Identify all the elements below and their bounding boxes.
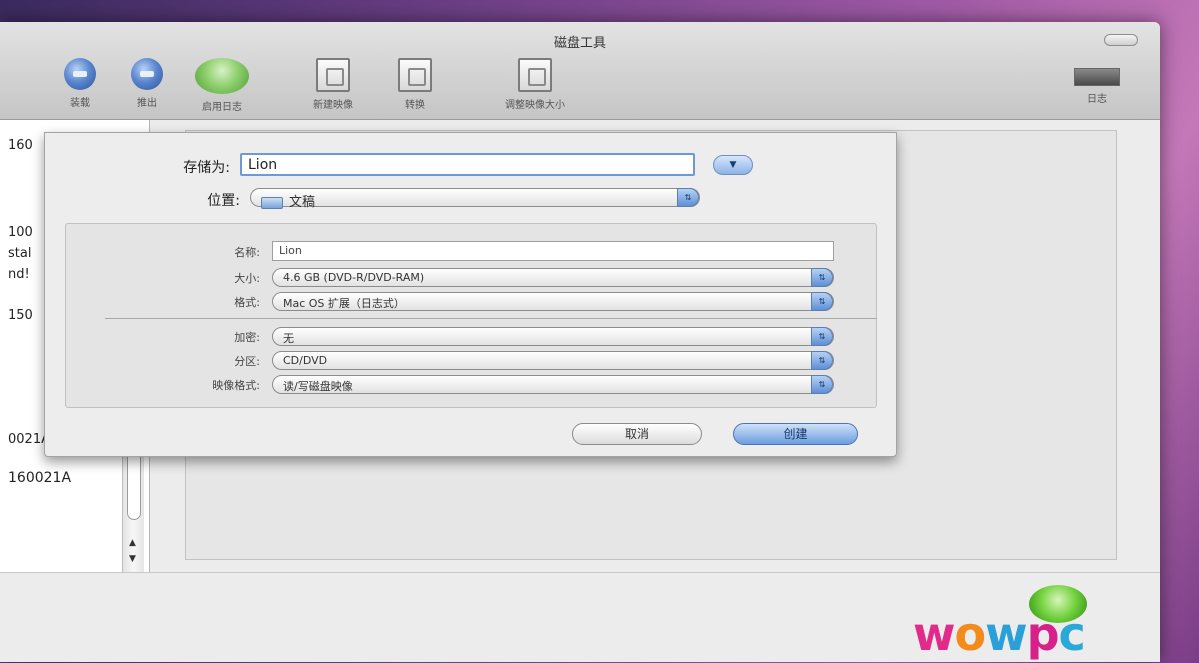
- toolbar-resize-image-button[interactable]: 调整映像大小: [480, 58, 590, 111]
- encryption-popup[interactable]: 无 ⇅: [272, 327, 834, 346]
- format-label: 格式:: [234, 296, 260, 309]
- name-field[interactable]: Lion: [272, 241, 834, 261]
- name-label: 名称:: [234, 246, 260, 259]
- image-format-value: 读/写磁盘映像: [283, 380, 353, 393]
- popup-arrows-icon: ⇅: [811, 268, 833, 287]
- cancel-button[interactable]: 取消: [572, 423, 702, 445]
- divider: [105, 318, 877, 319]
- partitions-label: 分区:: [234, 355, 260, 368]
- popup-arrows-icon: ⇅: [811, 351, 833, 370]
- encryption-label: 加密:: [234, 331, 260, 344]
- save-as-label: 存储为:: [183, 160, 230, 176]
- toolbar-log-button[interactable]: 日志: [1062, 68, 1132, 105]
- disk-utility-window: 磁盘工具 装载 推出 启用日志 新建映像 转换 调整映像大小 日志 160 10…: [0, 22, 1160, 662]
- titlebar: 磁盘工具 装载 推出 启用日志 新建映像 转换 调整映像大小 日志: [0, 22, 1160, 120]
- window-title: 磁盘工具: [553, 36, 606, 51]
- toolbar-label: 日志: [1087, 94, 1107, 105]
- wowpc-watermark: wowpc: [913, 577, 1199, 663]
- resize-image-icon: [518, 58, 552, 92]
- sidebar-scrollbar[interactable]: ▲ ▼: [122, 450, 144, 572]
- watermark-letter: o: [954, 607, 987, 661]
- scroll-up-icon[interactable]: ▲: [129, 538, 136, 548]
- sidebar-item[interactable]: 160021A: [8, 470, 71, 486]
- mount-ball-icon: [64, 58, 96, 90]
- toolbar-label: 转换: [405, 100, 425, 111]
- journal-ball-icon: [195, 58, 249, 94]
- log-icon: [1074, 68, 1120, 86]
- watermark-text: wowpc: [913, 607, 1086, 661]
- toolbar-new-image-button[interactable]: 新建映像: [293, 58, 373, 111]
- sidebar-item[interactable]: 100: [8, 225, 33, 240]
- location-label: 位置:: [207, 193, 240, 209]
- new-image-sheet: 存储为: Lion ▼ 位置: 文稿 ⇅ 名称: Lion 大小: 4.6 GB…: [44, 132, 897, 457]
- folder-icon: [261, 197, 283, 209]
- toolbar-eject-button[interactable]: 推出: [107, 58, 187, 109]
- popup-arrows-icon: ⇅: [811, 327, 833, 346]
- popup-arrows-icon: ⇅: [811, 292, 833, 311]
- watermark-letter: w: [913, 607, 955, 661]
- image-format-popup[interactable]: 读/写磁盘映像 ⇅: [272, 375, 834, 394]
- format-value: Mac OS 扩展（日志式）: [283, 297, 405, 310]
- toolbar-convert-button[interactable]: 转换: [375, 58, 455, 111]
- watermark-letter: w: [985, 607, 1027, 661]
- sidebar-item[interactable]: stal: [8, 246, 31, 261]
- eject-ball-icon: [131, 58, 163, 90]
- create-button[interactable]: 创建: [733, 423, 858, 445]
- image-format-label: 映像格式:: [212, 379, 260, 392]
- sidebar-item[interactable]: 150: [8, 308, 33, 323]
- toolbar-journal-button[interactable]: 启用日志: [182, 58, 262, 113]
- partitions-value: CD/DVD: [283, 354, 328, 367]
- partitions-popup[interactable]: CD/DVD ⇅: [272, 351, 834, 370]
- size-popup[interactable]: 4.6 GB (DVD-R/DVD-RAM) ⇅: [272, 268, 834, 287]
- format-popup[interactable]: Mac OS 扩展（日志式） ⇅: [272, 292, 834, 311]
- size-label: 大小:: [234, 272, 260, 285]
- new-image-icon: [316, 58, 350, 92]
- encryption-value: 无: [283, 332, 294, 345]
- location-popup[interactable]: 文稿 ⇅: [250, 188, 700, 210]
- scroll-thumb[interactable]: [127, 450, 141, 520]
- sidebar-item[interactable]: nd!: [8, 267, 30, 282]
- save-as-input[interactable]: Lion: [240, 153, 695, 176]
- expand-dialog-button[interactable]: ▼: [713, 155, 753, 175]
- toolbar-label: 调整映像大小: [505, 100, 565, 111]
- toolbar-label: 启用日志: [202, 102, 242, 113]
- watermark-letter: c: [1058, 607, 1086, 661]
- toolbar-label: 新建映像: [313, 100, 353, 111]
- chevron-down-icon: ▼: [729, 160, 737, 170]
- toolbar-label: 推出: [137, 98, 157, 109]
- sidebar-item[interactable]: 160: [8, 138, 33, 153]
- popup-arrows-icon: ⇅: [677, 188, 699, 207]
- convert-icon: [398, 58, 432, 92]
- popup-arrows-icon: ⇅: [811, 375, 833, 394]
- watermark-letter: p: [1026, 607, 1060, 661]
- toolbar-toggle-button[interactable]: [1104, 34, 1138, 46]
- location-value: 文稿: [289, 195, 316, 210]
- scroll-down-icon[interactable]: ▼: [129, 554, 136, 564]
- size-value: 4.6 GB (DVD-R/DVD-RAM): [283, 271, 425, 284]
